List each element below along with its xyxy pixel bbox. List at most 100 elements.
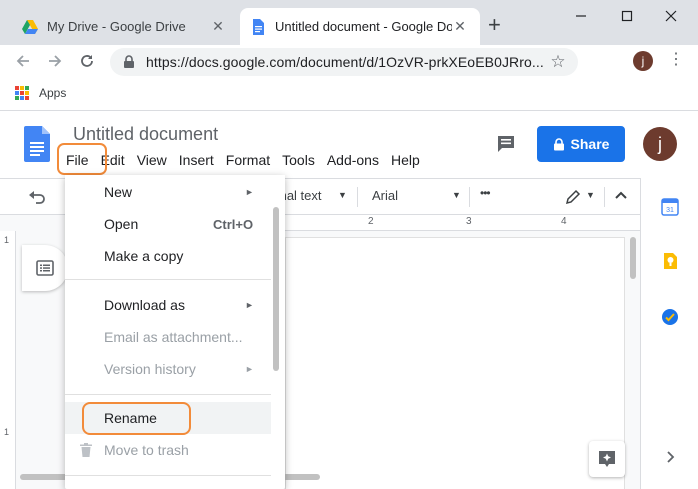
forward-button[interactable] (44, 50, 66, 72)
vertical-scrollbar[interactable] (630, 237, 636, 279)
ruler-number: 2 (368, 216, 374, 227)
tab-title: Untitled document - Google Docs (275, 19, 452, 34)
vertical-ruler: 1 1 (0, 231, 16, 489)
trash-icon (80, 443, 92, 457)
outline-list-icon (36, 260, 54, 276)
horizontal-ruler: 2 3 4 (250, 215, 640, 231)
chevron-right-icon[interactable] (661, 448, 679, 466)
maximize-window-button[interactable] (612, 4, 642, 28)
menu-divider (65, 279, 271, 280)
apps-label: Apps (39, 86, 67, 100)
ruler-number: 3 (466, 216, 472, 227)
file-menu-move-to-trash[interactable]: Move to trash (65, 434, 271, 466)
reload-button[interactable] (76, 50, 98, 72)
menu-item-label: Version history (104, 361, 196, 377)
close-icon (665, 10, 677, 22)
document-outline-button[interactable] (22, 245, 68, 291)
address-bar[interactable]: https://docs.google.com/document/d/1OzVR… (110, 48, 578, 76)
browser-menu-icon[interactable]: ⋮ (668, 52, 684, 68)
arrow-right-icon (49, 55, 62, 67)
toolbar-divider (604, 187, 605, 207)
new-tab-button[interactable]: + (488, 14, 501, 36)
chevron-down-icon: ▼ (452, 190, 461, 200)
share-button[interactable]: Share (537, 126, 625, 162)
maximize-icon (621, 10, 633, 22)
keyboard-shortcut: Ctrl+O (213, 216, 254, 232)
undo-icon[interactable] (28, 189, 46, 205)
menu-add-ons[interactable]: Add-ons (321, 150, 385, 170)
svg-text:31: 31 (666, 207, 674, 214)
url-text: https://docs.google.com/document/d/1OzVR… (146, 54, 544, 70)
lock-icon (553, 137, 564, 150)
arrow-left-icon (16, 55, 29, 67)
minimize-icon (576, 15, 586, 17)
submenu-arrow-icon: ► (245, 364, 254, 374)
menu-view[interactable]: View (131, 150, 173, 170)
ruler-number: 4 (561, 216, 567, 227)
back-button[interactable] (12, 50, 34, 72)
submenu-arrow-icon: ► (245, 300, 254, 310)
menu-item-label: Make a copy (104, 248, 184, 264)
account-avatar[interactable]: j (643, 127, 677, 161)
bookmark-star-icon[interactable]: ☆ (548, 52, 568, 72)
browser-tab-strip: My Drive - Google Drive ✕ Untitled docum… (0, 0, 698, 45)
close-tab-icon[interactable]: ✕ (452, 18, 468, 35)
apps-grid-icon (15, 86, 29, 100)
menu-tools[interactable]: Tools (276, 150, 321, 170)
editing-mode-pencil-icon[interactable] (565, 189, 581, 205)
file-menu-new[interactable]: New ► (65, 176, 271, 208)
font-family-dropdown[interactable]: Arial (372, 188, 398, 203)
submenu-arrow-icon: ► (245, 187, 254, 197)
apps-shortcut[interactable]: Apps (15, 86, 66, 100)
toolbar-divider (357, 187, 358, 207)
file-menu-version-history[interactable]: Version history ► (65, 353, 271, 385)
file-dropdown-menu: New ► Open Ctrl+O Make a copy Download a… (65, 175, 285, 489)
explore-button[interactable] (589, 441, 625, 477)
tab-title: My Drive - Google Drive (47, 19, 186, 34)
profile-avatar[interactable]: j (633, 51, 653, 71)
collapse-toolbar-icon[interactable] (614, 190, 628, 200)
menu-item-label: New (104, 184, 133, 200)
menu-divider (65, 475, 271, 476)
menu-insert[interactable]: Insert (173, 150, 220, 170)
menu-divider (65, 394, 271, 395)
browser-toolbar: https://docs.google.com/document/d/1OzVR… (0, 45, 698, 78)
more-options-icon[interactable]: ••• (480, 186, 491, 200)
google-docs-icon (253, 18, 264, 35)
file-menu-open[interactable]: Open Ctrl+O (65, 208, 271, 240)
google-docs-logo-icon[interactable] (24, 126, 50, 162)
minimize-window-button[interactable] (566, 4, 596, 28)
file-menu-make-a-copy[interactable]: Make a copy (65, 240, 271, 272)
chevron-down-icon: ▼ (586, 190, 595, 200)
lock-icon (124, 55, 134, 68)
toolbar-divider (469, 187, 470, 207)
google-keep-icon[interactable] (661, 252, 679, 270)
tab-untitled-document[interactable]: Untitled document - Google Docs ✕ (240, 8, 480, 45)
menu-format[interactable]: Format (220, 150, 276, 170)
google-calendar-icon[interactable]: 31 (661, 198, 679, 216)
close-window-button[interactable] (656, 4, 686, 28)
file-menu-download-as[interactable]: Download as ► (65, 289, 271, 321)
document-page[interactable] (285, 237, 625, 489)
menu-scrollbar[interactable] (273, 207, 279, 371)
tab-my-drive[interactable]: My Drive - Google Drive ✕ (12, 8, 238, 45)
rename-annotation-highlight (82, 402, 191, 435)
file-menu-annotation-highlight (57, 143, 107, 175)
menu-help[interactable]: Help (385, 150, 426, 170)
menu-item-label: Move to trash (104, 442, 189, 458)
explore-sparkle-icon (599, 451, 615, 467)
docs-menubar: File Edit View Insert Format Tools Add-o… (60, 150, 426, 170)
ruler-number: 1 (4, 427, 10, 437)
file-menu-email-as-attachment[interactable]: Email as attachment... (65, 321, 271, 353)
comment-history-icon[interactable] (496, 134, 516, 154)
share-label: Share (570, 136, 610, 152)
google-tasks-icon[interactable] (661, 308, 679, 326)
menu-item-label: Email as attachment... (104, 329, 243, 345)
bookmarks-bar: Apps (0, 78, 698, 111)
menu-item-label: Download as (104, 297, 185, 313)
document-title[interactable]: Untitled document (73, 124, 218, 145)
menu-item-label: Open (104, 216, 139, 232)
chevron-down-icon: ▼ (338, 190, 347, 200)
close-tab-icon[interactable]: ✕ (210, 18, 226, 35)
ruler-number: 1 (4, 235, 10, 245)
